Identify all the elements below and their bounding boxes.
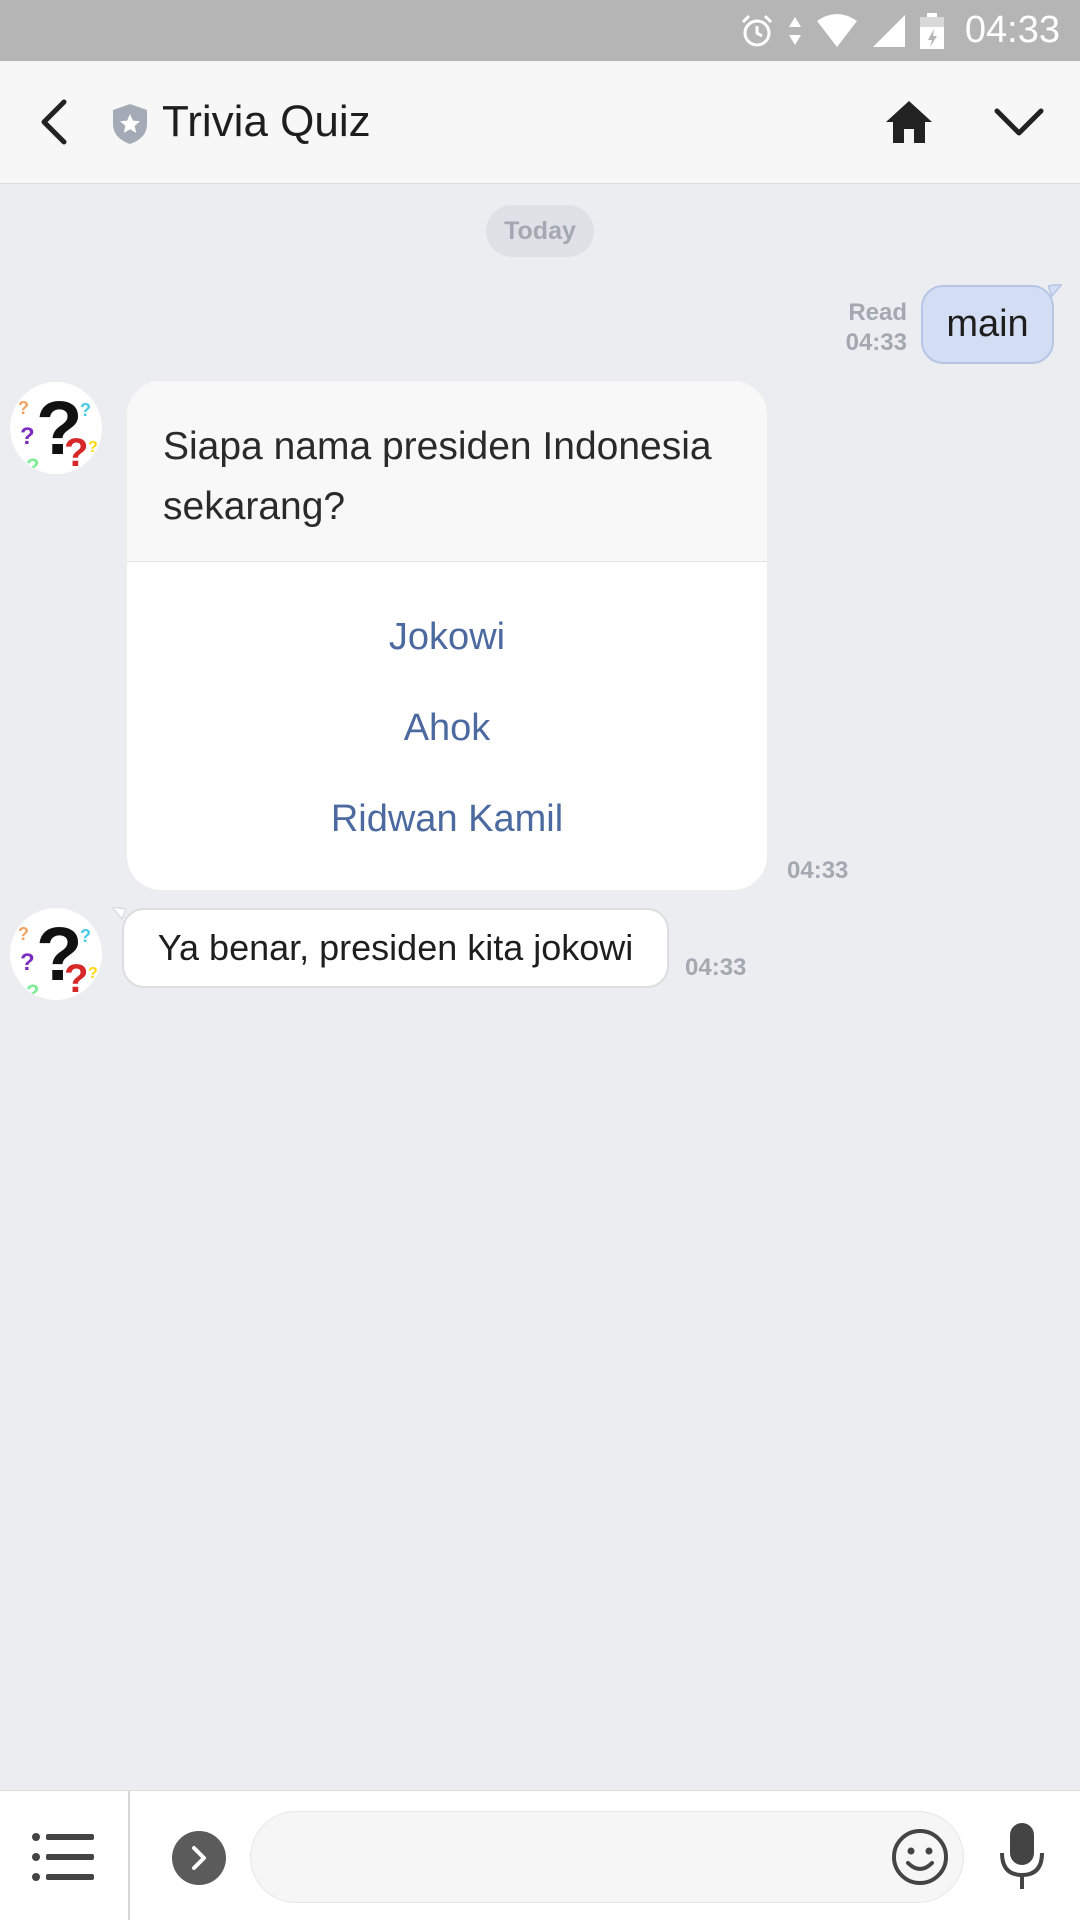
back-arrow-icon (41, 99, 67, 145)
svg-text:?: ? (20, 423, 35, 450)
svg-text:?: ? (80, 400, 91, 420)
battery-icon (919, 12, 944, 49)
microphone-icon[interactable] (996, 1821, 1048, 1893)
outgoing-timestamp: 04:33 (845, 329, 907, 356)
status-bar: 04:33 (0, 0, 1080, 61)
quiz-option-jokowi[interactable]: Jokowi (127, 602, 767, 672)
emoji-icon[interactable] (890, 1827, 950, 1887)
wifi-icon (816, 13, 857, 47)
status-time: 04:33 (964, 9, 1060, 51)
svg-text:?: ? (20, 949, 35, 976)
home-icon (886, 101, 932, 143)
chat-screen: 04:33 Trivia Quiz Today Read 04:33 main … (0, 0, 1080, 1920)
quiz-option-ahok[interactable]: Ahok (127, 693, 767, 763)
date-divider: Today (486, 205, 594, 257)
back-button[interactable] (24, 92, 84, 152)
quiz-option-ridwan-kamil[interactable]: Ridwan Kamil (127, 784, 767, 854)
svg-text:?: ? (18, 398, 29, 418)
outgoing-meta: Read 04:33 (846, 298, 907, 358)
svg-text:?: ? (26, 980, 39, 1000)
official-shield-icon (113, 104, 147, 144)
message-input[interactable] (250, 1811, 964, 1903)
outgoing-message-bubble[interactable]: main (921, 285, 1054, 364)
chat-header: Trivia Quiz (0, 61, 1080, 184)
svg-text:?: ? (64, 957, 88, 1000)
composer-divider (128, 1791, 130, 1920)
data-transfer-icon (788, 16, 801, 45)
expand-button[interactable] (172, 1831, 226, 1885)
svg-text:?: ? (88, 439, 98, 456)
quiz-timestamp: 04:33 (787, 857, 849, 884)
question-marks-avatar-icon: ? ? ? ? ? ? ? (18, 912, 98, 1000)
svg-text:?: ? (88, 965, 98, 982)
bot-avatar[interactable]: ? ? ? ? ? ? ? (10, 382, 102, 474)
svg-text:?: ? (80, 926, 91, 946)
home-button[interactable] (878, 91, 940, 153)
chevron-down-icon (994, 108, 1044, 136)
message-composer (0, 1790, 1080, 1920)
alarm-icon (741, 14, 772, 46)
quiz-options: Jokowi Ahok Ridwan Kamil (127, 562, 767, 890)
reply-timestamp: 04:33 (685, 954, 747, 981)
chat-title: Trivia Quiz (162, 97, 371, 146)
signal-icon (872, 14, 905, 47)
svg-text:?: ? (26, 454, 39, 474)
menu-list-icon[interactable] (30, 1829, 96, 1885)
svg-text:?: ? (64, 431, 88, 474)
quiz-card: Siapa nama presiden Indonesia sekarang? … (127, 381, 767, 890)
question-marks-avatar-icon: ? ? ? ? ? ? ? (18, 386, 98, 474)
quiz-question: Siapa nama presiden Indonesia sekarang? (127, 381, 767, 562)
svg-text:?: ? (18, 924, 29, 944)
read-receipt: Read (848, 299, 907, 326)
expand-chevron-icon (192, 1846, 206, 1870)
collapse-menu-button[interactable] (988, 91, 1050, 153)
status-icons: 04:33 (739, 0, 1060, 61)
bot-avatar[interactable]: ? ? ? ? ? ? ? (10, 908, 102, 1000)
reply-message-bubble[interactable]: Ya benar, presiden kita jokowi (122, 908, 669, 988)
